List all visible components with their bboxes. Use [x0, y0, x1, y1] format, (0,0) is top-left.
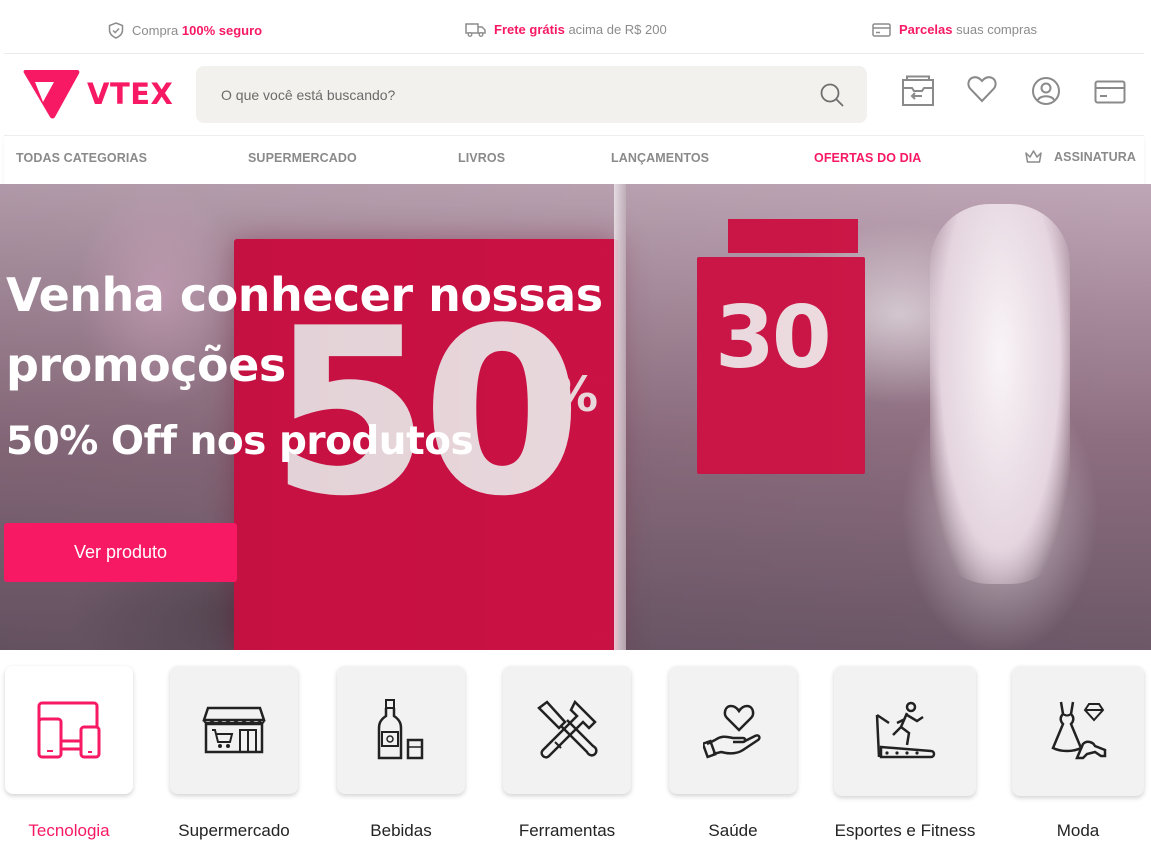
- hero-banner: 50 % 30 Venha conhecer nossas promoções …: [0, 184, 1151, 650]
- category-label: Tecnologia: [28, 821, 110, 840]
- card-icon: [872, 22, 891, 37]
- heart-icon[interactable]: [967, 75, 997, 103]
- logo-text: VTEX: [87, 77, 174, 111]
- installments-info: Parcelas suas compras: [872, 22, 1037, 37]
- info-bar: Compra 100% seguro Frete grátis acima de…: [4, 0, 1144, 54]
- credit-card-icon[interactable]: [1094, 80, 1126, 104]
- secure-highlight: 100% seguro: [181, 23, 263, 38]
- category-tecnologia[interactable]: Tecnologia: [4, 666, 134, 841]
- truck-icon: [465, 23, 486, 37]
- category-moda[interactable]: Moda: [1012, 666, 1144, 841]
- nav-item-books[interactable]: LIVROS: [458, 151, 505, 165]
- devices-icon: [37, 701, 101, 759]
- dress-icon: [1051, 701, 1107, 760]
- hero-subtitle: 50% Off nos produtos: [6, 419, 474, 464]
- category-label: Esportes e Fitness: [834, 821, 976, 840]
- category-tile: [170, 666, 298, 794]
- secure-prefix: Compra: [132, 23, 179, 38]
- nav-item-releases[interactable]: LANÇAMENTOS: [611, 151, 709, 165]
- category-supermercado[interactable]: Supermercado: [169, 666, 299, 841]
- crown-icon: [1025, 150, 1042, 163]
- nav-item-subscription[interactable]: ASSINATURA: [1024, 149, 1136, 164]
- nav-item-supermarket[interactable]: SUPERMERCADO: [248, 151, 357, 165]
- category-label: Moda: [1056, 821, 1100, 840]
- heart-hand-icon: [703, 704, 761, 759]
- view-product-button[interactable]: Ver produto: [4, 523, 237, 582]
- search-input[interactable]: [221, 66, 781, 123]
- tools-icon: [537, 699, 598, 759]
- search-icon[interactable]: [819, 82, 845, 108]
- installments-highlight: Parcelas: [899, 22, 953, 37]
- vtex-logo-icon: [23, 70, 80, 119]
- category-label: Bebidas: [370, 821, 432, 840]
- shipping-suffix: acima de R$ 200: [568, 22, 667, 37]
- nav-item-daily-deals[interactable]: OFERTAS DO DIA: [814, 151, 921, 165]
- nav-item-all-categories[interactable]: TODAS CATEGORIAS: [16, 151, 147, 165]
- shipping-highlight: Frete grátis: [494, 22, 565, 37]
- free-shipping-info: Frete grátis acima de R$ 200: [465, 22, 667, 37]
- category-tile: [669, 666, 797, 794]
- main-navigation: TODAS CATEGORIAS SUPERMERCADO LIVROS LAN…: [4, 135, 1144, 184]
- category-label: Supermercado: [178, 821, 290, 840]
- subscription-label: ASSINATURA: [1054, 149, 1137, 164]
- category-tile: [5, 666, 133, 794]
- secure-purchase-info: Compra 100% seguro: [108, 22, 262, 39]
- search-bar: [196, 66, 867, 123]
- category-tile: [1012, 666, 1144, 796]
- category-label: Ferramentas: [518, 821, 616, 840]
- vtex-logo[interactable]: VTEX: [21, 68, 173, 120]
- category-tile: [337, 666, 465, 794]
- category-esportes-fitness[interactable]: Esportes e Fitness: [834, 666, 976, 841]
- category-label: Saúde: [708, 821, 758, 840]
- category-bebidas[interactable]: Bebidas: [336, 666, 466, 841]
- shield-check-icon: [108, 22, 124, 39]
- store-icon: [202, 706, 266, 754]
- category-ferramentas[interactable]: Ferramentas: [502, 666, 632, 841]
- order-history-icon[interactable]: [901, 75, 935, 107]
- category-tile: [834, 666, 976, 796]
- treadmill-icon: [875, 701, 936, 759]
- bottle-icon: [377, 699, 424, 760]
- hero-title: Venha conhecer nossas promoções: [6, 268, 603, 392]
- user-icon[interactable]: [1031, 76, 1061, 106]
- installments-suffix: suas compras: [956, 22, 1038, 37]
- category-saude[interactable]: Saúde: [668, 666, 798, 841]
- category-tile: [503, 666, 631, 794]
